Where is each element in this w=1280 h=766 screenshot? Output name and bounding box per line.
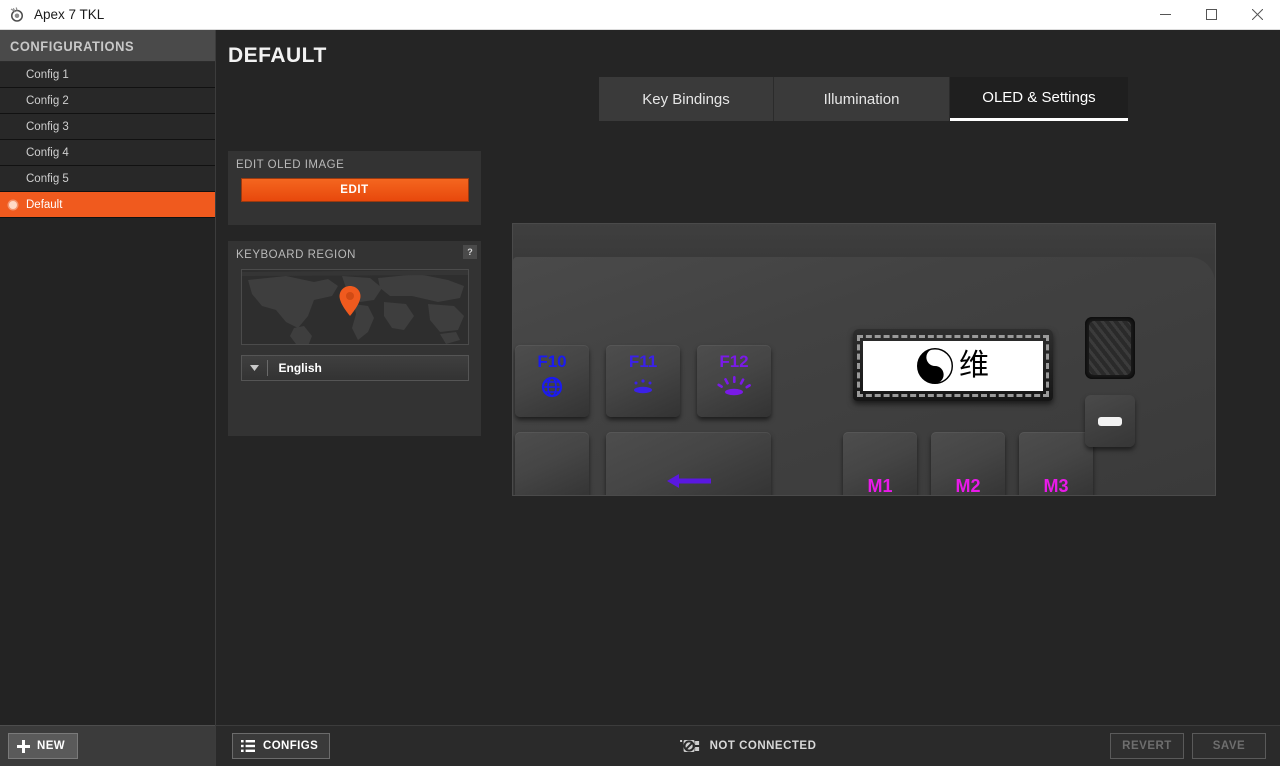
volume-roller[interactable] [1085, 317, 1135, 379]
mute-button[interactable] [1085, 395, 1135, 447]
keyboard-region-title: KEYBOARD REGION [236, 249, 356, 261]
key-m1-label: M1 [867, 476, 893, 496]
tab-label: Key Bindings [642, 90, 730, 108]
window-title: Apex 7 TKL [34, 7, 105, 22]
key-f11[interactable]: F11 [606, 345, 680, 417]
yin-yang-icon [917, 348, 953, 384]
help-icon[interactable]: ? [463, 245, 477, 259]
edit-oled-image-title: EDIT OLED IMAGE [236, 159, 345, 171]
brightness-low-icon [628, 376, 658, 399]
close-button[interactable] [1234, 0, 1280, 29]
sidebar-item-label: Config 3 [26, 120, 69, 133]
usb-disconnected-icon [680, 740, 700, 752]
oled-module: 维 [853, 329, 1053, 401]
volume-roller-texture [1089, 321, 1131, 375]
tab-illumination[interactable]: Illumination [774, 77, 950, 121]
sidebar-empty-area [0, 243, 215, 725]
tab-label: Illumination [823, 90, 900, 108]
key-f10-label: F10 [537, 352, 567, 371]
key-equals[interactable] [515, 432, 589, 495]
main-content: DEFAULT Key Bindings Illumination OLED &… [216, 30, 1280, 766]
key-m2-label: M2 [955, 476, 981, 496]
list-icon [241, 740, 255, 752]
key-m2[interactable]: M2 [931, 432, 1005, 496]
keyboard-top-edge [513, 224, 1215, 258]
key-m3-label: M3 [1043, 476, 1069, 496]
minimize-icon [1159, 14, 1171, 15]
revert-button-label: REVERT [1122, 740, 1172, 752]
key-f10[interactable]: F10 [515, 345, 589, 417]
connection-status: NOT CONNECTED [680, 738, 817, 754]
key-f12-label: F12 [719, 352, 749, 371]
key-f12[interactable]: F12 [697, 345, 771, 417]
sidebar-item-label: Config 5 [26, 172, 69, 185]
edit-button-label: EDIT [340, 184, 369, 196]
key-backspace[interactable] [606, 432, 771, 495]
location-pin-icon [339, 286, 360, 316]
page-title: DEFAULT [228, 44, 327, 67]
window-controls [1142, 0, 1280, 29]
oled-screen[interactable]: 维 [857, 335, 1049, 397]
title-bar: Apex 7 TKL [0, 0, 1280, 30]
help-badge-label: ? [467, 247, 473, 257]
maximize-button[interactable] [1188, 0, 1234, 29]
world-map[interactable] [240, 269, 469, 345]
minimize-button[interactable] [1142, 0, 1188, 29]
sidebar-item-label: Config 4 [26, 146, 69, 159]
sidebar-item-label: Config 1 [26, 68, 69, 81]
sidebar-item-config-3[interactable]: Config 3 [0, 114, 215, 140]
sidebar-item-config-1[interactable]: Config 1 [0, 62, 215, 88]
sidebar-item-config-5[interactable]: Config 5 [0, 166, 215, 192]
keyboard-preview: F10 F11 F12 M1 M2 M3 维 [512, 223, 1216, 496]
keyboard-region-panel: ? KEYBOARD REGION English [228, 241, 481, 436]
keyboard-language-select[interactable]: English [240, 355, 469, 381]
sidebar-header: CONFIGURATIONS [0, 30, 215, 62]
brightness-high-icon [717, 376, 751, 401]
steelseries-logo-icon [10, 6, 23, 22]
tab-key-bindings[interactable]: Key Bindings [599, 77, 774, 121]
sidebar-item-label: Config 2 [26, 94, 69, 107]
sidebar-footer: NEW [0, 725, 215, 766]
sidebar-item-config-4[interactable]: Config 4 [0, 140, 215, 166]
close-icon [1251, 9, 1263, 20]
edit-oled-image-button[interactable]: EDIT [240, 178, 469, 202]
new-config-button[interactable]: NEW [8, 733, 79, 759]
mute-indicator-icon [1098, 416, 1122, 426]
tab-oled-and-settings[interactable]: OLED & Settings [950, 77, 1128, 121]
tab-bar: Key Bindings Illumination OLED & Setting… [599, 77, 1128, 121]
footer-bar: CONFIGS NOT CONNECTED REVERT SAVE [216, 725, 1280, 766]
backspace-arrow-icon [666, 474, 711, 493]
edit-oled-image-panel: EDIT OLED IMAGE EDIT [228, 151, 481, 225]
key-m1[interactable]: M1 [843, 432, 917, 496]
maximize-icon [1205, 9, 1217, 20]
connection-status-label: NOT CONNECTED [709, 740, 817, 752]
key-f11-label: F11 [628, 352, 658, 371]
tab-label: OLED & Settings [982, 89, 1096, 106]
configs-button[interactable]: CONFIGS [232, 733, 331, 759]
plus-icon [17, 739, 30, 753]
sidebar-item-label: Default [26, 198, 63, 211]
oled-character: 维 [959, 348, 989, 383]
sidebar-item-config-2[interactable]: Config 2 [0, 88, 215, 114]
active-config-dot-icon [9, 200, 17, 209]
sidebar-header-label: CONFIGURATIONS [10, 37, 135, 54]
sidebar-item-default[interactable]: Default [0, 192, 215, 218]
keyboard-body: F10 F11 F12 M1 M2 M3 维 [513, 257, 1215, 495]
chevron-down-icon [242, 360, 268, 376]
globe-icon [541, 376, 563, 403]
save-button-label: SAVE [1212, 740, 1246, 752]
revert-button[interactable]: REVERT [1110, 733, 1184, 759]
configs-button-label: CONFIGS [263, 740, 319, 752]
footer-actions: REVERT SAVE [1110, 733, 1266, 759]
configurations-sidebar: CONFIGURATIONS Config 1 Config 2 Config … [0, 30, 216, 766]
new-config-label: NEW [37, 740, 66, 752]
keyboard-language-value: English [278, 361, 322, 375]
save-button[interactable]: SAVE [1192, 733, 1266, 759]
key-m3[interactable]: M3 [1019, 432, 1093, 496]
